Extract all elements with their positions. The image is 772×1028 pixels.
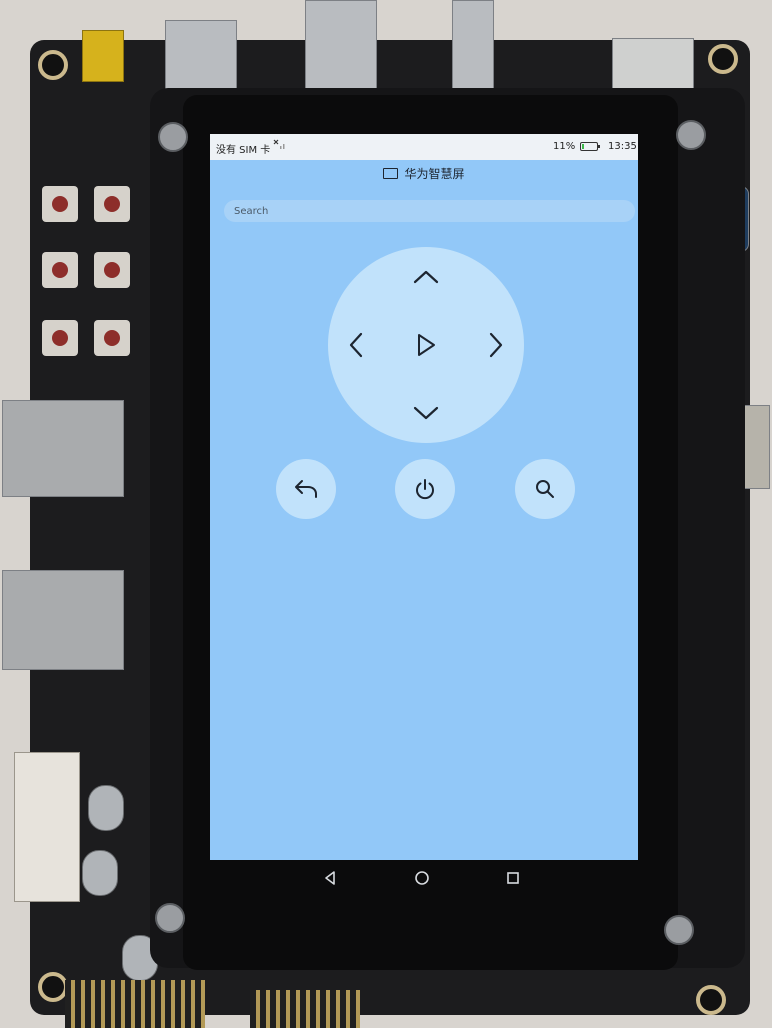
audio-port <box>612 38 694 92</box>
nav-recents-button[interactable] <box>503 868 523 888</box>
usb-port <box>452 0 494 92</box>
page-title: 华为智慧屏 <box>404 166 465 181</box>
chevron-down-icon <box>413 406 439 420</box>
screw <box>155 903 185 933</box>
screw <box>664 915 694 945</box>
navigation-bar <box>210 860 638 896</box>
carrier-label: 没有 SIM 卡 <box>216 145 271 156</box>
battery-percent: 11% <box>553 141 576 152</box>
power-icon <box>416 479 434 500</box>
ethernet-port <box>2 570 124 670</box>
status-bar: 没有 SIM 卡 11% 13:35 <box>210 134 638 160</box>
dpad-ok-button[interactable] <box>404 323 448 367</box>
mounting-hole <box>708 44 738 74</box>
recents-square-icon <box>507 872 519 884</box>
mounting-hole <box>38 50 68 80</box>
nav-back-button[interactable] <box>320 868 340 888</box>
search-input[interactable] <box>224 200 635 222</box>
chevron-right-icon <box>489 332 503 358</box>
mounting-hole <box>696 985 726 1015</box>
hardware-button <box>94 186 130 222</box>
screw <box>158 122 188 152</box>
hardware-button <box>94 320 130 356</box>
search-button[interactable] <box>515 459 575 519</box>
capacitor <box>88 785 124 831</box>
back-arrow-icon <box>295 480 317 498</box>
triangle-back-icon <box>325 871 335 885</box>
usb-port <box>305 0 377 97</box>
chevron-left-icon <box>349 332 363 358</box>
ethernet-port <box>2 400 124 497</box>
chevron-up-icon <box>413 270 439 284</box>
play-icon <box>418 334 435 356</box>
capacitor <box>82 850 118 896</box>
device-screen: 没有 SIM 卡 11% 13:35 华为智慧屏 <box>210 134 638 860</box>
title-bar: 华为智慧屏 <box>210 160 638 186</box>
hardware-button <box>94 252 130 288</box>
usb-port <box>165 20 237 97</box>
mounting-hole <box>38 972 68 1002</box>
pin-header <box>250 990 360 1028</box>
hardware-button <box>42 252 78 288</box>
battery-level <box>582 144 584 149</box>
hardware-button <box>42 186 78 222</box>
dpad-up-button[interactable] <box>404 255 448 299</box>
dpad <box>328 247 524 443</box>
pin-header <box>65 980 205 1028</box>
search-icon <box>536 480 554 498</box>
power-button[interactable] <box>395 459 455 519</box>
battery-icon <box>580 142 600 151</box>
back-button[interactable] <box>276 459 336 519</box>
dpad-right-button[interactable] <box>474 323 518 367</box>
power-connector <box>14 752 80 902</box>
nav-home-button[interactable] <box>412 868 432 888</box>
dpad-down-button[interactable] <box>404 391 448 435</box>
hardware-button <box>42 320 78 356</box>
no-signal-icon <box>273 139 285 152</box>
dpad-left-button[interactable] <box>334 323 378 367</box>
clock: 13:35 <box>608 141 637 152</box>
tv-icon <box>383 167 399 179</box>
screw <box>676 120 706 150</box>
home-circle-icon <box>415 871 429 885</box>
mini-usb-port <box>82 30 124 82</box>
